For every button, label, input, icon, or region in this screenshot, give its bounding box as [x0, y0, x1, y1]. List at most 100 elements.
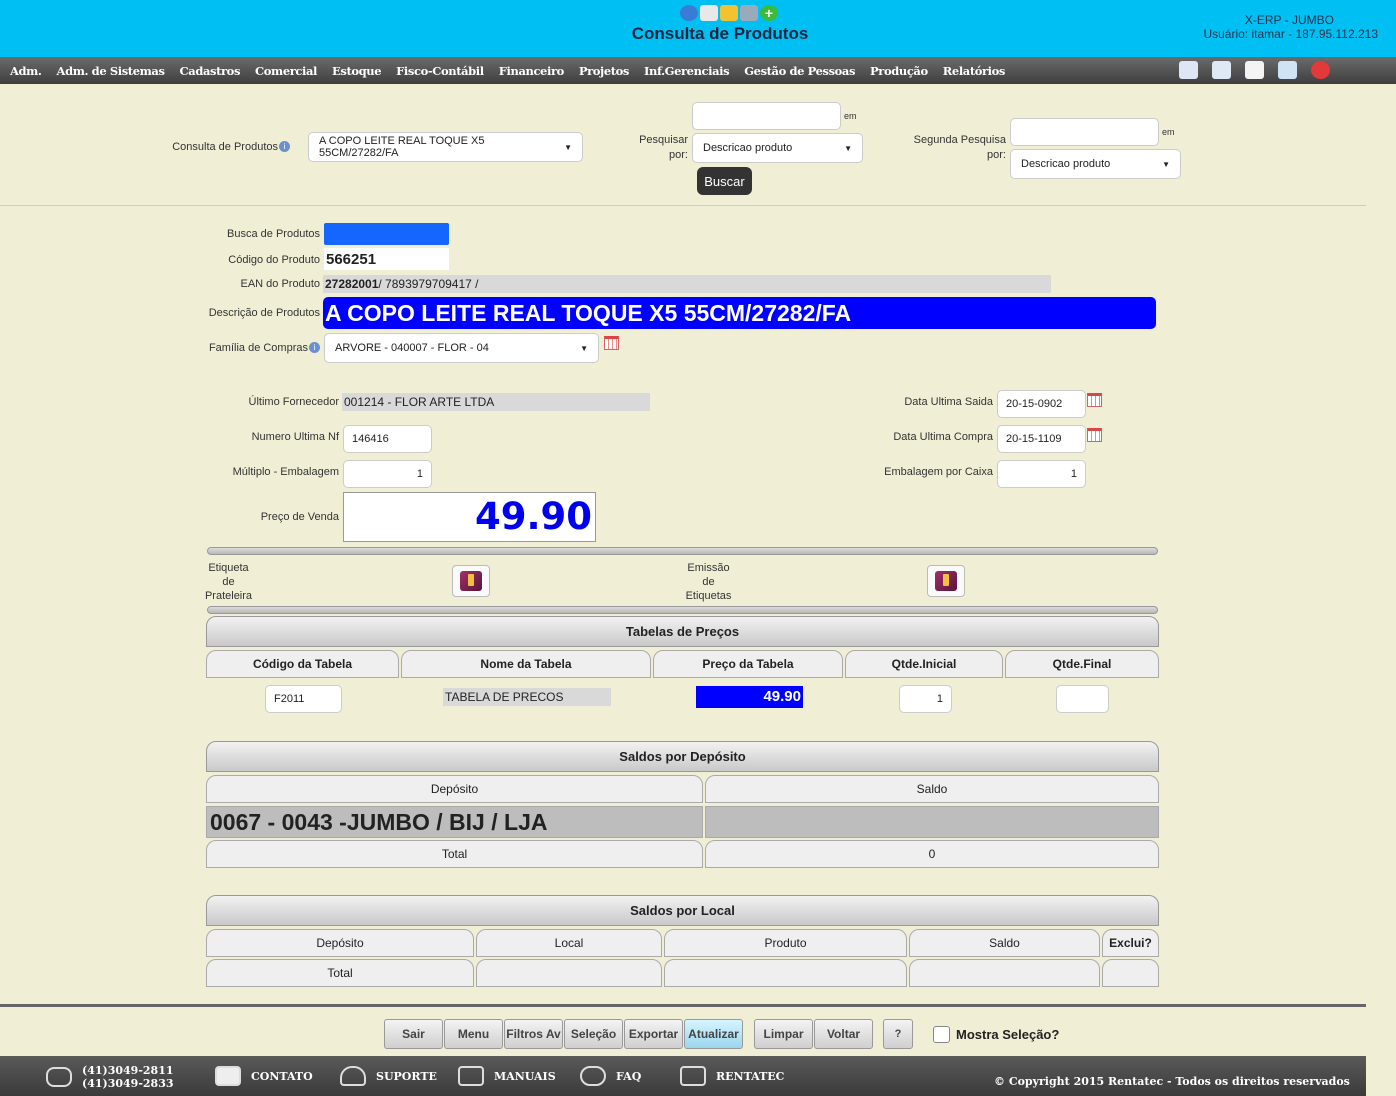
menu-gestao-pessoas[interactable]: Gestão de Pessoas	[744, 64, 855, 78]
help-button[interactable]: ?	[883, 1019, 913, 1049]
limpar-button[interactable]: Limpar	[754, 1019, 813, 1049]
faq-icon	[580, 1066, 606, 1086]
tabela-preco-field[interactable]: 49.90	[696, 686, 803, 708]
calendar-icon[interactable]	[1087, 393, 1102, 407]
saida-label: Data Ultima Saida	[904, 396, 993, 408]
calendar-icon[interactable]	[1087, 428, 1102, 442]
familia-label: Família de Compras i	[170, 342, 320, 354]
second-search-input[interactable]	[1010, 118, 1159, 146]
embalagem-field[interactable]: 1	[997, 460, 1086, 488]
menu-comercial[interactable]: Comercial	[255, 64, 317, 78]
codigo-label: Código do Produto	[228, 254, 320, 266]
busca-label: Busca de Produtos	[227, 228, 320, 240]
fornecedor-field: 001214 - FLOR ARTE LTDA	[342, 393, 650, 411]
info-icon[interactable]: i	[309, 342, 320, 353]
local-total-cell	[664, 959, 907, 987]
saida-field[interactable]: 20-15-0902	[997, 390, 1086, 418]
exportar-button[interactable]: Exportar	[624, 1019, 683, 1049]
atualizar-button[interactable]: Atualizar	[684, 1019, 743, 1049]
selecao-button[interactable]: Seleção	[564, 1019, 623, 1049]
second-search-by-select[interactable]: Descricao produto	[1010, 149, 1181, 179]
col-nome-tabela: Nome da Tabela	[401, 650, 651, 678]
menu-producao[interactable]: Produção	[870, 64, 928, 78]
printer-icon	[935, 571, 957, 591]
footer-rentatec[interactable]: RENTATEC	[680, 1066, 784, 1086]
col-preco-tabela: Preço da Tabela	[653, 650, 843, 678]
folder-icon[interactable]	[720, 5, 738, 21]
info-icon[interactable]: i	[279, 141, 290, 152]
footer-suporte[interactable]: SUPORTE	[340, 1066, 437, 1086]
pesquisar-label: Pesquisar por:	[639, 134, 688, 161]
search-input[interactable]	[692, 102, 841, 130]
menu-cadastros[interactable]: Cadastros	[180, 64, 241, 78]
preco-field[interactable]: 49.90	[343, 492, 596, 542]
busca-input[interactable]	[324, 223, 449, 245]
page-icon[interactable]	[1245, 61, 1264, 79]
familia-select[interactable]: ARVORE - 040007 - FLOR - 04	[324, 333, 599, 363]
printer-icon	[460, 571, 482, 591]
em-label-2: em	[1162, 127, 1175, 137]
preco-label: Preço de Venda	[260, 511, 339, 523]
calendar-icon[interactable]	[604, 336, 619, 350]
col-saldo: Saldo	[705, 775, 1159, 803]
phone-contact: (41)3049-2811 (41)3049-2833	[46, 1064, 174, 1090]
local-total-cell	[476, 959, 662, 987]
menu-fisco-contabil[interactable]: Fisco-Contábil	[396, 64, 484, 78]
deposito-header: Saldos por Depósito	[206, 741, 1159, 772]
footer-manuais[interactable]: MANUAIS	[458, 1066, 556, 1086]
menu-button[interactable]: Menu	[444, 1019, 503, 1049]
rentatec-logo-icon	[680, 1066, 706, 1086]
multiplo-field[interactable]: 1	[343, 460, 432, 488]
mostra-selecao-checkbox[interactable]	[933, 1026, 950, 1043]
phone-icon	[46, 1067, 72, 1087]
user-info: Usuário: itamar - 187.95.112.213	[1203, 27, 1378, 41]
deposito-total-label: Total	[206, 840, 703, 868]
separator	[207, 547, 1158, 555]
menu-relatorios[interactable]: Relatórios	[943, 64, 1006, 78]
refresh-icon[interactable]	[1278, 61, 1297, 79]
tabela-codigo-field[interactable]: F2011	[265, 685, 342, 713]
compra-field[interactable]: 20-15-1109	[997, 425, 1086, 453]
print-labels-button[interactable]	[927, 565, 965, 597]
codigo-field[interactable]: 566251	[324, 248, 449, 270]
copyright: © Copyright 2015 Rentatec - Todos os dir…	[994, 1075, 1350, 1088]
etiqueta-prateleira-label: Etiqueta de Prateleira	[204, 562, 253, 602]
menu-financeiro[interactable]: Financeiro	[499, 64, 565, 78]
consulta-select[interactable]: A COPO LEITE REAL TOQUE X5 55CM/27282/FA	[308, 132, 583, 162]
menu-projetos[interactable]: Projetos	[579, 64, 630, 78]
descricao-label: Descrição de Produtos	[208, 307, 320, 319]
printer-icon[interactable]	[740, 5, 758, 21]
col-exclui: Exclui?	[1102, 929, 1159, 957]
col-qtde-inicial: Qtde.Inicial	[845, 650, 1003, 678]
edit-icon[interactable]	[1212, 61, 1231, 79]
footer-faq[interactable]: FAQ	[580, 1066, 641, 1086]
nf-field[interactable]: 146416	[343, 425, 432, 453]
print-shelf-label-button[interactable]	[452, 565, 490, 597]
divider	[0, 1004, 1366, 1007]
ean-label: EAN do Produto	[240, 278, 321, 290]
voltar-button[interactable]: Voltar	[814, 1019, 873, 1049]
system-name: X-ERP - JUMBO	[1244, 13, 1334, 27]
menu-inf-gerenciais[interactable]: Inf.Gerenciais	[644, 64, 730, 78]
globe-icon[interactable]	[680, 5, 698, 21]
books-icon	[458, 1066, 484, 1086]
sair-button[interactable]: Sair	[384, 1019, 443, 1049]
menu-estoque[interactable]: Estoque	[332, 64, 382, 78]
deposito-row: 0067 - 0043 -JUMBO / BIJ / LJA	[206, 806, 703, 838]
add-icon[interactable]: +	[760, 5, 778, 21]
header-bar: + Consulta de Produtos X-ERP - JUMBO Usu…	[0, 0, 1396, 57]
document-icon[interactable]	[700, 5, 718, 21]
descricao-field[interactable]: A COPO LEITE REAL TOQUE X5 55CM/27282/FA	[323, 297, 1156, 329]
power-icon[interactable]	[1311, 61, 1330, 79]
buscar-button[interactable]: Buscar	[697, 167, 752, 195]
tabela-qtde-inicial-field[interactable]: 1	[899, 685, 952, 713]
menu-adm-sistemas[interactable]: Adm. de Sistemas	[57, 64, 165, 78]
local-total-cell	[1102, 959, 1159, 987]
footer-contato[interactable]: CONTATO	[215, 1066, 313, 1086]
menu-adm[interactable]: Adm.	[10, 64, 42, 78]
deposito-total-value: 0	[705, 840, 1159, 868]
home-icon[interactable]	[1179, 61, 1198, 79]
filtros-button[interactable]: Filtros Av	[504, 1019, 563, 1049]
tabela-qtde-final-field[interactable]	[1056, 685, 1109, 713]
search-by-select[interactable]: Descricao produto	[692, 133, 863, 163]
